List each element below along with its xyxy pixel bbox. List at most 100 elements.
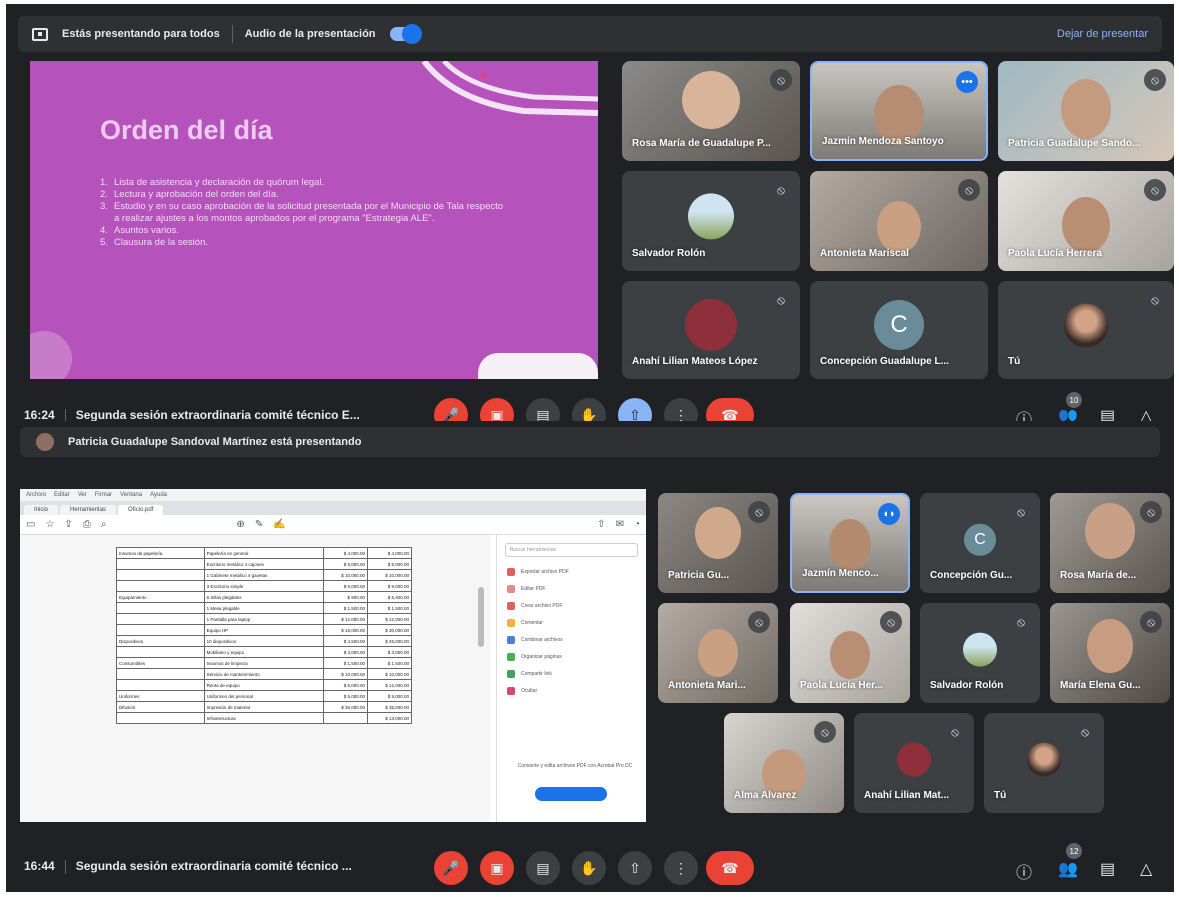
search-icon[interactable]: ⌕ [101,519,107,530]
table-cell: $ 12,000.00 [367,613,412,625]
table-cell: $ 10,000.00 [367,569,412,581]
more-options-icon[interactable]: ••• [956,71,978,93]
star-icon[interactable]: ☆ [45,519,54,530]
mic-off-icon: ⦸ [1144,179,1166,201]
sign-icon[interactable]: ✍ [273,519,285,530]
present-button[interactable]: ⇧ [618,398,652,421]
save-icon[interactable]: ▭ [26,519,35,530]
participant-name: Jazmín Menco... [802,568,879,579]
participant-name: Anahí Lilian Mat... [864,790,950,801]
more-options-button[interactable]: ⋮ [664,398,698,421]
table-cell: Insumos de papelería [116,547,205,559]
pdf-menubar: Archivo Editar Ver Firmar Ventana Ayuda [20,489,646,501]
menu-item[interactable]: Archivo [26,492,46,498]
avatar [897,742,931,777]
participant-tile[interactable]: C Concepción Guadalupe L... [810,281,988,379]
participant-tile[interactable]: ⦸ María Elena Gu... [1050,603,1170,703]
participant-tile-pinned[interactable]: ••• Jazmín Mendoza Santoyo [810,61,988,161]
table-cell: $ 15,000.00 [323,624,368,636]
table-cell: 6 Sillas plegables [203,591,325,603]
share-icon[interactable]: ⇧ [597,519,605,530]
pdf-scrollbar[interactable] [478,587,484,647]
table-cell: Dispositivos [116,635,205,647]
participant-tile-active[interactable]: ◖◗ Jazmín Menco... [790,493,910,593]
tool-share[interactable]: Compartir link [497,665,646,682]
presentation-audio-label: Audio de la presentación [244,28,376,40]
participant-tile[interactable]: ⦸ Alma Alvarez [724,713,844,813]
menu-item[interactable]: Ver [78,492,87,498]
menu-item[interactable]: Ayuda [150,492,167,498]
upload-icon[interactable]: ⇪ [64,519,72,530]
people-icon[interactable]: 👥 [1058,406,1078,421]
participant-tile[interactable]: ⦸ Anahí Lilian Mateos López [622,281,800,379]
captions-button[interactable]: ▤ [526,398,560,421]
participant-tile-self[interactable]: ⦸ Tú [984,713,1104,813]
pdf-tools-panel: Buscar herramientas Exportar archivo PDF… [496,535,646,822]
mic-toggle-button[interactable]: 🎤 [434,851,468,885]
tool-create-pdf[interactable]: Crear archivo PDF [497,597,646,614]
tools-search-input[interactable]: Buscar herramientas [505,543,638,557]
participant-tile[interactable]: ⦸ Rosa María de... [1050,493,1170,593]
mic-off-icon: ⦸ [1010,611,1032,633]
tool-edit-pdf[interactable]: Editar PDF [497,580,646,597]
table-cell [116,602,205,614]
meeting-time: 16:24 [24,408,55,421]
table-row: Infraestructura $ 13,000.00 [116,712,412,724]
account-icon[interactable]: ◔ [634,519,640,530]
chat-icon[interactable]: ▤ [1100,406,1115,421]
leave-call-button[interactable]: ☎ [706,398,754,421]
participant-tile-self[interactable]: ⦸ Tú [998,281,1174,379]
presentation-audio-toggle[interactable] [389,24,422,44]
info-icon[interactable]: ⓘ [1016,859,1032,883]
participant-tile[interactable]: ⦸ Antonieta Mari... [658,603,778,703]
participant-tile[interactable]: ⦸ Paola Lucía Herrera [998,171,1174,271]
mic-toggle-button[interactable]: 🎤 [434,398,468,421]
activities-icon[interactable]: △ [1140,406,1152,421]
participant-tile[interactable]: C ⦸ Concepción Gu... [920,493,1040,593]
tab-document[interactable]: Oficio.pdf [118,505,164,515]
camera-toggle-button[interactable]: ▣ [480,851,514,885]
participant-tile[interactable]: ⦸ Salvador Rolón [920,603,1040,703]
present-button[interactable]: ⇧ [618,851,652,885]
table-cell: $ 5,000.00 [323,690,368,702]
camera-toggle-button[interactable]: ▣ [480,398,514,421]
participant-tile[interactable]: ⦸ Antonieta Mariscal [810,171,988,271]
email-icon[interactable]: ✉ [616,519,624,530]
print-icon[interactable]: ⎙ [83,519,91,530]
participant-tile[interactable]: ⦸ Paola Lucía Her... [790,603,910,703]
captions-button[interactable]: ▤ [526,851,560,885]
presenting-label: Estás presentando para todos [62,28,220,40]
tool-comment[interactable]: Comentar [497,614,646,631]
participant-tile[interactable]: ⦸ Patricia Gu... [658,493,778,593]
tab-tools[interactable]: Herramientas [60,505,117,515]
participant-tile[interactable]: ⦸ Salvador Rolón [622,171,800,271]
raise-hand-button[interactable]: ✋ [572,398,606,421]
leave-call-button[interactable]: ☎ [706,851,754,885]
menu-item[interactable]: Ventana [120,492,142,498]
table-cell: $ 12,000.00 [323,613,368,625]
tool-organize[interactable]: Organizar páginas [497,648,646,665]
participant-name: Antonieta Mariscal [820,248,909,259]
menu-item[interactable]: Firmar [95,492,112,498]
menu-item[interactable]: Editar [54,492,70,498]
zoom-icon[interactable]: ⊕ [236,519,244,530]
comment-icon[interactable]: ✎ [255,519,263,530]
table-cell: 1 Mesa plegable [203,602,325,614]
participant-tile[interactable]: ⦸ Anahí Lilian Mat... [854,713,974,813]
activities-icon[interactable]: △ [1140,859,1152,879]
table-cell: $ 3,000.00 [367,646,412,658]
info-icon[interactable]: ⓘ [1016,406,1032,421]
participant-tile[interactable]: ⦸ Rosa María de Guadalupe P... [622,61,800,161]
participant-tile[interactable]: ⦸ Patricia Guadalupe Sando... [998,61,1174,161]
tool-export-pdf[interactable]: Exportar archivo PDF [497,563,646,580]
people-icon[interactable]: 👥 [1058,859,1078,879]
tab-home[interactable]: Inicio [24,505,59,515]
raise-hand-button[interactable]: ✋ [572,851,606,885]
stop-presenting-button[interactable]: Dejar de presentar [1057,28,1148,40]
tool-redact[interactable]: Ocultar [497,682,646,699]
more-options-button[interactable]: ⋮ [664,851,698,885]
promo-button[interactable] [535,787,607,801]
table-cell: $ 1,500.00 [367,657,412,669]
chat-icon[interactable]: ▤ [1100,859,1115,879]
tool-combine[interactable]: Combinar archivos [497,631,646,648]
